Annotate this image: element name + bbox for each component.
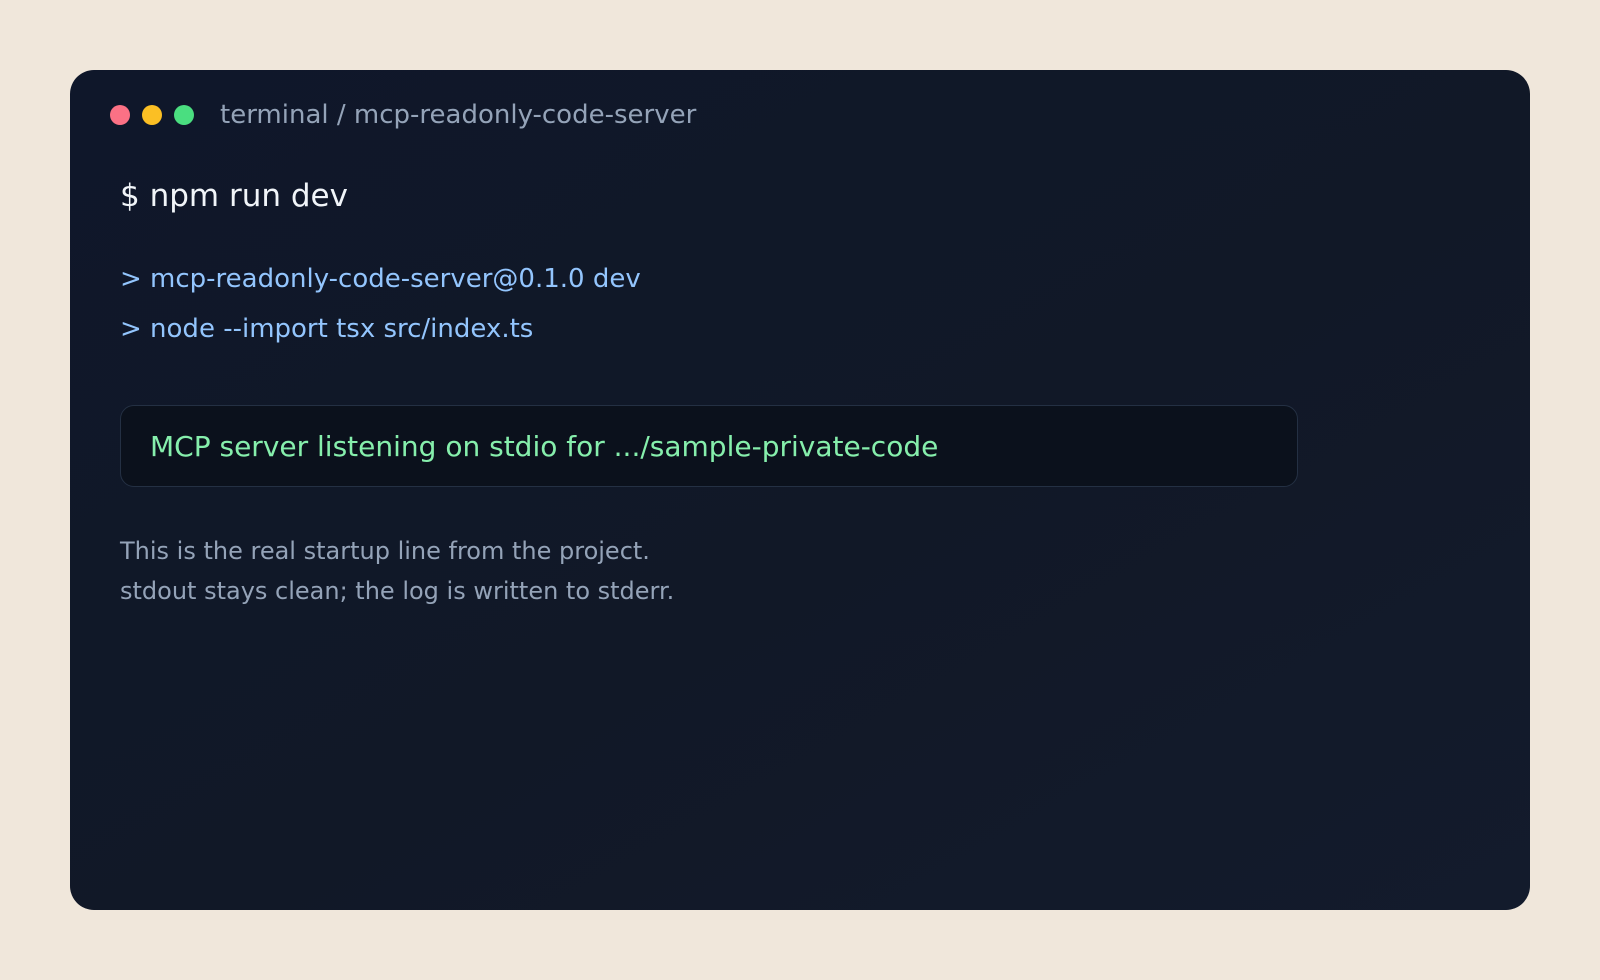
window-title: terminal / mcp-readonly-code-server bbox=[220, 100, 697, 130]
output-line: > mcp-readonly-code-server@0.1.0 dev bbox=[120, 264, 641, 294]
note-line: stdout stays clean; the log is written t… bbox=[120, 577, 675, 605]
window-titlebar: terminal / mcp-readonly-code-server bbox=[110, 100, 696, 130]
output-line: > node --import tsx src/index.ts bbox=[120, 314, 534, 344]
terminal-window: terminal / mcp-readonly-code-server $ np… bbox=[70, 70, 1530, 910]
status-message-box: MCP server listening on stdio for .../sa… bbox=[120, 405, 1298, 487]
command-line: $ npm run dev bbox=[120, 178, 348, 214]
close-icon[interactable] bbox=[110, 105, 130, 125]
note-line: This is the real startup line from the p… bbox=[120, 537, 650, 565]
status-message: MCP server listening on stdio for .../sa… bbox=[150, 429, 939, 463]
minimize-icon[interactable] bbox=[142, 105, 162, 125]
maximize-icon[interactable] bbox=[174, 105, 194, 125]
